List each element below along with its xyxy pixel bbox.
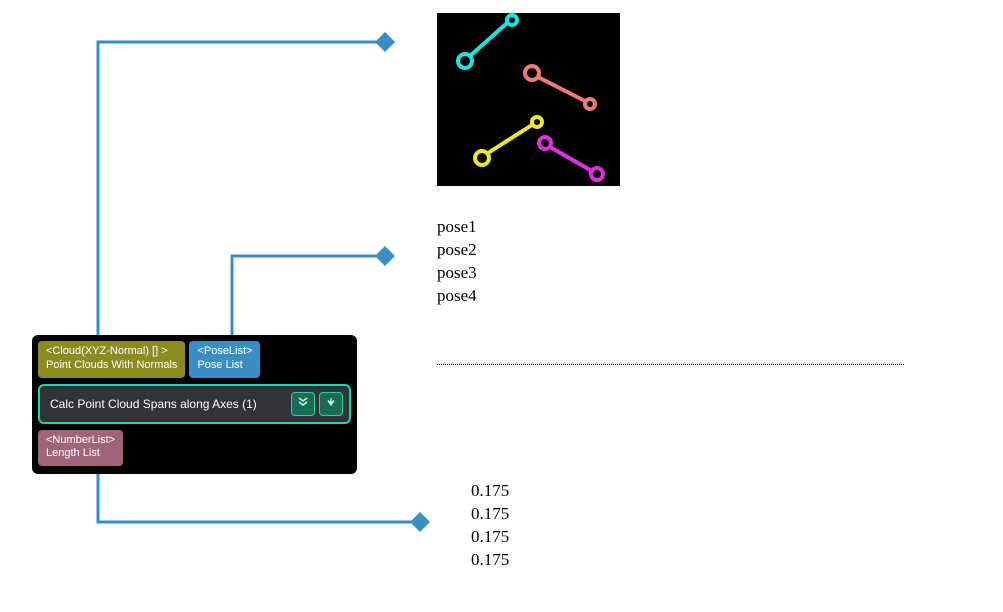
download-arrow-icon [325, 396, 337, 411]
pose-list-item: pose1 [437, 216, 477, 239]
wire-poselist-to-text [232, 256, 385, 336]
pose-list-item: pose3 [437, 262, 477, 285]
expand-button[interactable] [291, 392, 315, 416]
port-name-label: Point Clouds With Normals [46, 359, 177, 373]
pose-list-display: pose1 pose2 pose3 pose4 [437, 216, 477, 308]
node-title-bar: Calc Point Cloud Spans along Axes (1) [38, 384, 351, 424]
input-port-poselist[interactable]: <PoseList> Pose List [189, 341, 260, 378]
dotted-separator [437, 364, 904, 365]
connector-endpoint-diamond [410, 512, 430, 532]
wire-clouds-to-image [98, 42, 385, 336]
input-port-clouds[interactable]: <Cloud(XYZ-Normal) [] > Point Clouds Wit… [38, 341, 185, 378]
pose-list-item: pose2 [437, 239, 477, 262]
length-list-item: 0.175 [471, 480, 509, 503]
point-cloud-preview [437, 13, 620, 186]
download-button[interactable] [319, 392, 343, 416]
port-type-label: <PoseList> [197, 345, 252, 359]
length-list-item: 0.175 [471, 549, 509, 572]
chevrons-down-icon [297, 396, 309, 411]
port-name-label: Length List [46, 447, 115, 461]
length-list-item: 0.175 [471, 503, 509, 526]
diagram-canvas: pose1 pose2 pose3 pose4 0.175 0.175 0.17… [0, 0, 1003, 612]
node-title-buttons [291, 392, 343, 416]
port-type-label: <Cloud(XYZ-Normal) [] > [46, 345, 177, 359]
length-list-item: 0.175 [471, 526, 509, 549]
connector-endpoint-diamond [375, 246, 395, 266]
calc-span-node[interactable]: <Cloud(XYZ-Normal) [] > Point Clouds Wit… [32, 335, 357, 474]
connector-endpoint-diamond [375, 32, 395, 52]
port-name-label: Pose List [197, 359, 252, 373]
input-ports-row: <Cloud(XYZ-Normal) [] > Point Clouds Wit… [38, 341, 351, 378]
port-type-label: <NumberList> [46, 434, 115, 448]
output-ports-row: <NumberList> Length List [38, 430, 351, 467]
length-list-display: 0.175 0.175 0.175 0.175 [471, 480, 509, 572]
pose-list-item: pose4 [437, 285, 477, 308]
output-port-lengthlist[interactable]: <NumberList> Length List [38, 430, 123, 467]
node-title: Calc Point Cloud Spans along Axes (1) [50, 397, 257, 411]
